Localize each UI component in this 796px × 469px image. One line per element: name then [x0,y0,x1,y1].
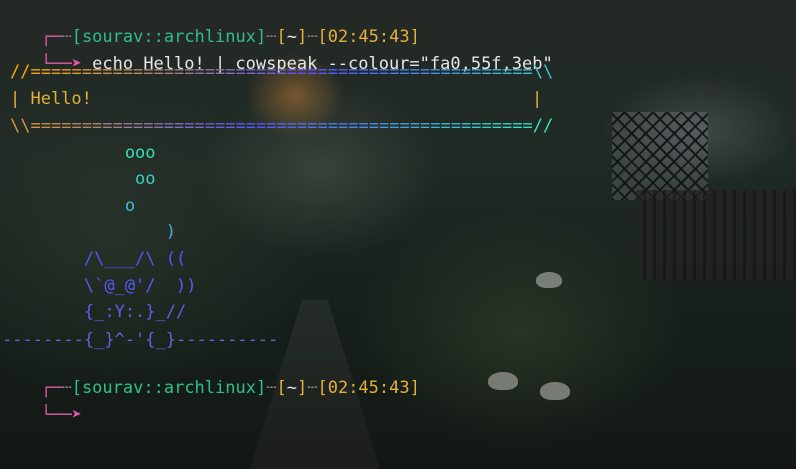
ascii-cat-line: /\___/\ (( [2,249,187,269]
prompt-bracket: ] [409,378,420,398]
prompt-bracket: [ [276,378,287,398]
speech-bubble-middle: | Hello! | [10,89,542,109]
ascii-cat-line: \`@_@'/ )) [2,276,197,296]
ascii-cat-line: {_:Y:.}_// [2,302,187,322]
prompt-dir: ~ [286,378,297,398]
prompt-bracket: ] [255,378,267,398]
command-line-1: └──➤ echo Hello! | cowspeak --colour="fa… [0,34,553,74]
prompt-corner-arrow: └──➤ [40,405,82,425]
prompt-bracket: [ [317,378,328,398]
prompt-user: sourav [81,378,144,398]
ascii-cat-line: o [2,196,136,216]
prompt-host: archlinux [163,378,256,398]
ascii-cat-line: oo [2,169,156,189]
prompt-time: 02:45:43 [327,378,410,398]
prompt-line-2: ┌─┄[sourav::archlinux]┄[~]┄[02:45:43] [0,358,420,398]
ascii-cat-line: ooo [2,143,156,163]
bubble-message: | Hello! | [10,89,543,109]
prompt-dash: ┄ [266,378,277,398]
prompt-separator: :: [143,378,164,398]
bubble-bottom-text: \\======================================… [10,116,554,136]
bubble-top-text: //======================================… [10,62,554,82]
command-line-2: └──➤ [0,385,82,425]
prompt-bracket: ] [296,378,308,398]
terminal[interactable]: ┌─┄[sourav::archlinux]┄[~]┄[02:45:43] └─… [0,0,796,469]
prompt-dash: ┄ [307,378,318,398]
prompt-line-1: ┌─┄[sourav::archlinux]┄[~]┄[02:45:43] [0,7,420,47]
ascii-cat-line: ) [2,222,176,242]
ascii-cat-line: --------{_}^-'{_}---------- [2,330,279,350]
speech-bubble-bottom: \\======================================… [10,116,553,136]
speech-bubble-top: //======================================… [10,62,553,82]
